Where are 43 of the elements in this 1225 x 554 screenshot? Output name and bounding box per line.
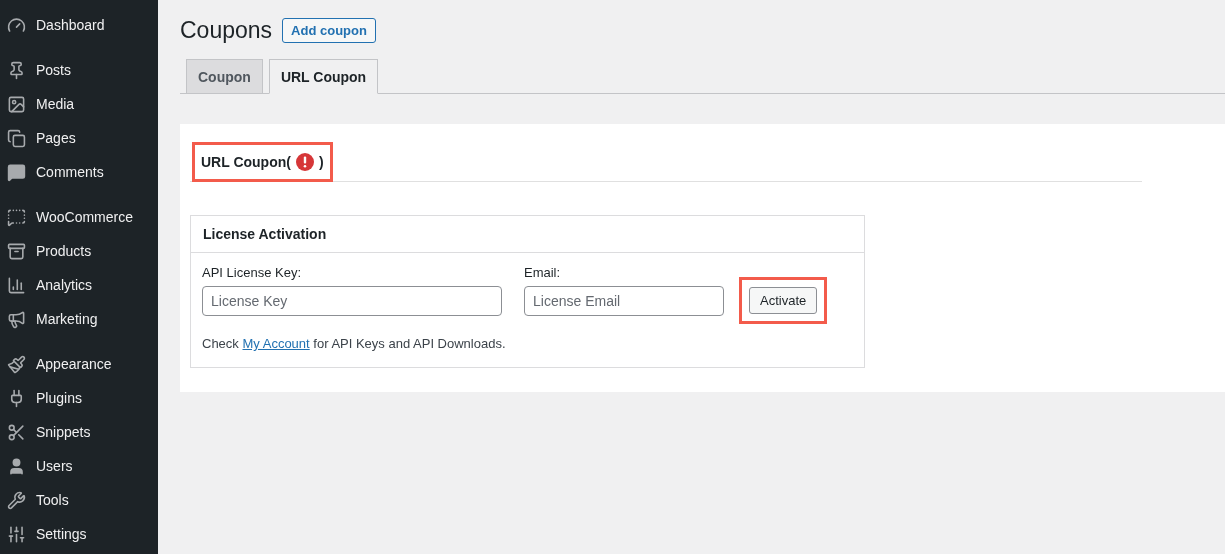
account-link[interactable]: My Account (242, 336, 310, 351)
pin-icon (7, 60, 26, 80)
sidebar-item[interactable]: Comments (0, 155, 158, 189)
sidebar-item[interactable]: Products (0, 234, 158, 268)
sidebar-item[interactable]: Snippets (0, 415, 158, 449)
bubble-icon (7, 207, 26, 227)
speech-bubble-icon (7, 162, 26, 182)
sidebar-item[interactable]: Analytics (0, 268, 158, 302)
sidebar-item[interactable]: Dashboard (0, 8, 158, 42)
tab[interactable]: Coupon (186, 59, 263, 94)
section-heading: URL Coupon( (201, 154, 291, 170)
gauge-icon (7, 15, 26, 35)
user-icon (7, 456, 26, 476)
image-icon (7, 94, 26, 114)
field-label: API License Key: (202, 265, 302, 280)
archive-icon (7, 241, 26, 261)
page-title: Coupons (180, 17, 273, 44)
pages-icon (7, 128, 26, 148)
bar-chart-icon (7, 275, 26, 295)
card-title: License Activation (191, 216, 864, 253)
sidebar-item[interactable]: Settings (0, 517, 158, 551)
add-coupon-button[interactable]: Add coupon (282, 18, 376, 43)
sliders-icon (7, 524, 26, 544)
wrench-icon (7, 490, 26, 510)
tab[interactable]: URL Coupon (268, 59, 379, 94)
input-field[interactable]: License Email (524, 286, 724, 316)
sidebar-item[interactable]: Marketing (0, 302, 158, 336)
megaphone-icon (7, 309, 26, 329)
field-label: Email: (524, 265, 562, 280)
sidebar-item[interactable]: Posts (0, 53, 158, 87)
sidebar-item[interactable]: Media (0, 87, 158, 121)
sidebar-item[interactable]: Tools (0, 483, 158, 517)
sidebar-item[interactable]: Appearance (0, 347, 158, 381)
sidebar-item[interactable]: WooCommerce (0, 200, 158, 234)
activate-button[interactable]: Activate (749, 287, 818, 314)
sidebar-item[interactable]: Users (0, 449, 158, 483)
sidebar-item[interactable]: Plugins (0, 381, 158, 415)
paintbrush-icon (7, 354, 26, 374)
input-field[interactable]: License Key (202, 286, 502, 316)
section-heading-end: ) (318, 154, 324, 170)
sidebar-item[interactable]: Pages (0, 121, 158, 155)
scissors-icon (7, 422, 26, 442)
help-text: Check My Account for API Keys and API Downloads. (202, 336, 507, 351)
